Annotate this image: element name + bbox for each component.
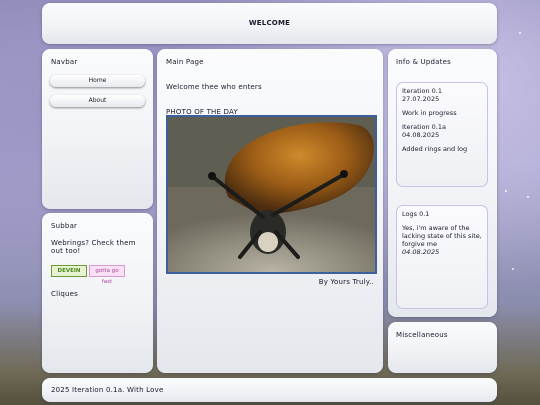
miscellaneous-panel: Miscellaneous — [388, 322, 497, 373]
navbar-title: Navbar — [51, 58, 78, 66]
update-iteration: Iteration 0.1a — [402, 123, 446, 131]
cliques-title: Cliques — [51, 290, 79, 298]
nav-home-button[interactable]: Home — [50, 75, 145, 87]
footer-panel: 2025 Iteration 0.1a. With Love — [42, 378, 497, 402]
header-panel: WELCOME — [42, 3, 497, 44]
updates-box: Iteration 0.1 27.07.2025 Work in progres… — [396, 82, 488, 187]
logs-body: Yes, i'm aware of the lacking state of t… — [402, 224, 482, 248]
info-updates-title: Info & Updates — [396, 58, 451, 66]
webrings-text: Webrings? Check them out too! — [51, 239, 136, 255]
update-note: Added rings and log — [402, 145, 468, 153]
subbar-panel: Subbar Webrings? Check them out too! DEV… — [42, 213, 153, 373]
main-panel: Main Page Welcome thee who enters PHOTO … — [157, 49, 383, 373]
main-title: Main Page — [166, 58, 204, 66]
subbar-title: Subbar — [51, 222, 78, 230]
info-updates-panel: Info & Updates Iteration 0.1 27.07.2025 … — [388, 49, 497, 317]
logs-date: 04.08.2025 — [402, 248, 440, 256]
star-decoration — [519, 32, 521, 34]
update-date: 27.07.2025 — [402, 95, 440, 103]
star-decoration — [527, 196, 529, 198]
nav-about-button[interactable]: About — [50, 95, 145, 107]
photo-of-the-day — [166, 115, 377, 274]
star-decoration — [512, 268, 514, 270]
footer-text: 2025 Iteration 0.1a. With Love — [51, 386, 164, 394]
photo-caption: By Yours Truly.. — [318, 278, 374, 286]
update-iteration: Iteration 0.1 — [402, 87, 442, 95]
slug-photo-image — [168, 117, 375, 272]
update-status: Work in progress — [402, 109, 457, 117]
navbar-panel: Navbar Home About — [42, 49, 153, 209]
miscellaneous-title: Miscellaneous — [396, 331, 448, 339]
update-date: 04.08.2025 — [402, 131, 440, 139]
webring-badge[interactable]: DEVEIN — [51, 265, 87, 277]
welcome-text: Welcome thee who enters — [166, 83, 262, 91]
logs-box: Logs 0.1 Yes, i'm aware of the lacking s… — [396, 205, 488, 309]
logs-title: Logs 0.1 — [402, 210, 430, 218]
page-title: WELCOME — [248, 19, 291, 27]
webring-badge[interactable]: gotta go fast — [89, 265, 125, 285]
star-decoration — [505, 190, 507, 192]
